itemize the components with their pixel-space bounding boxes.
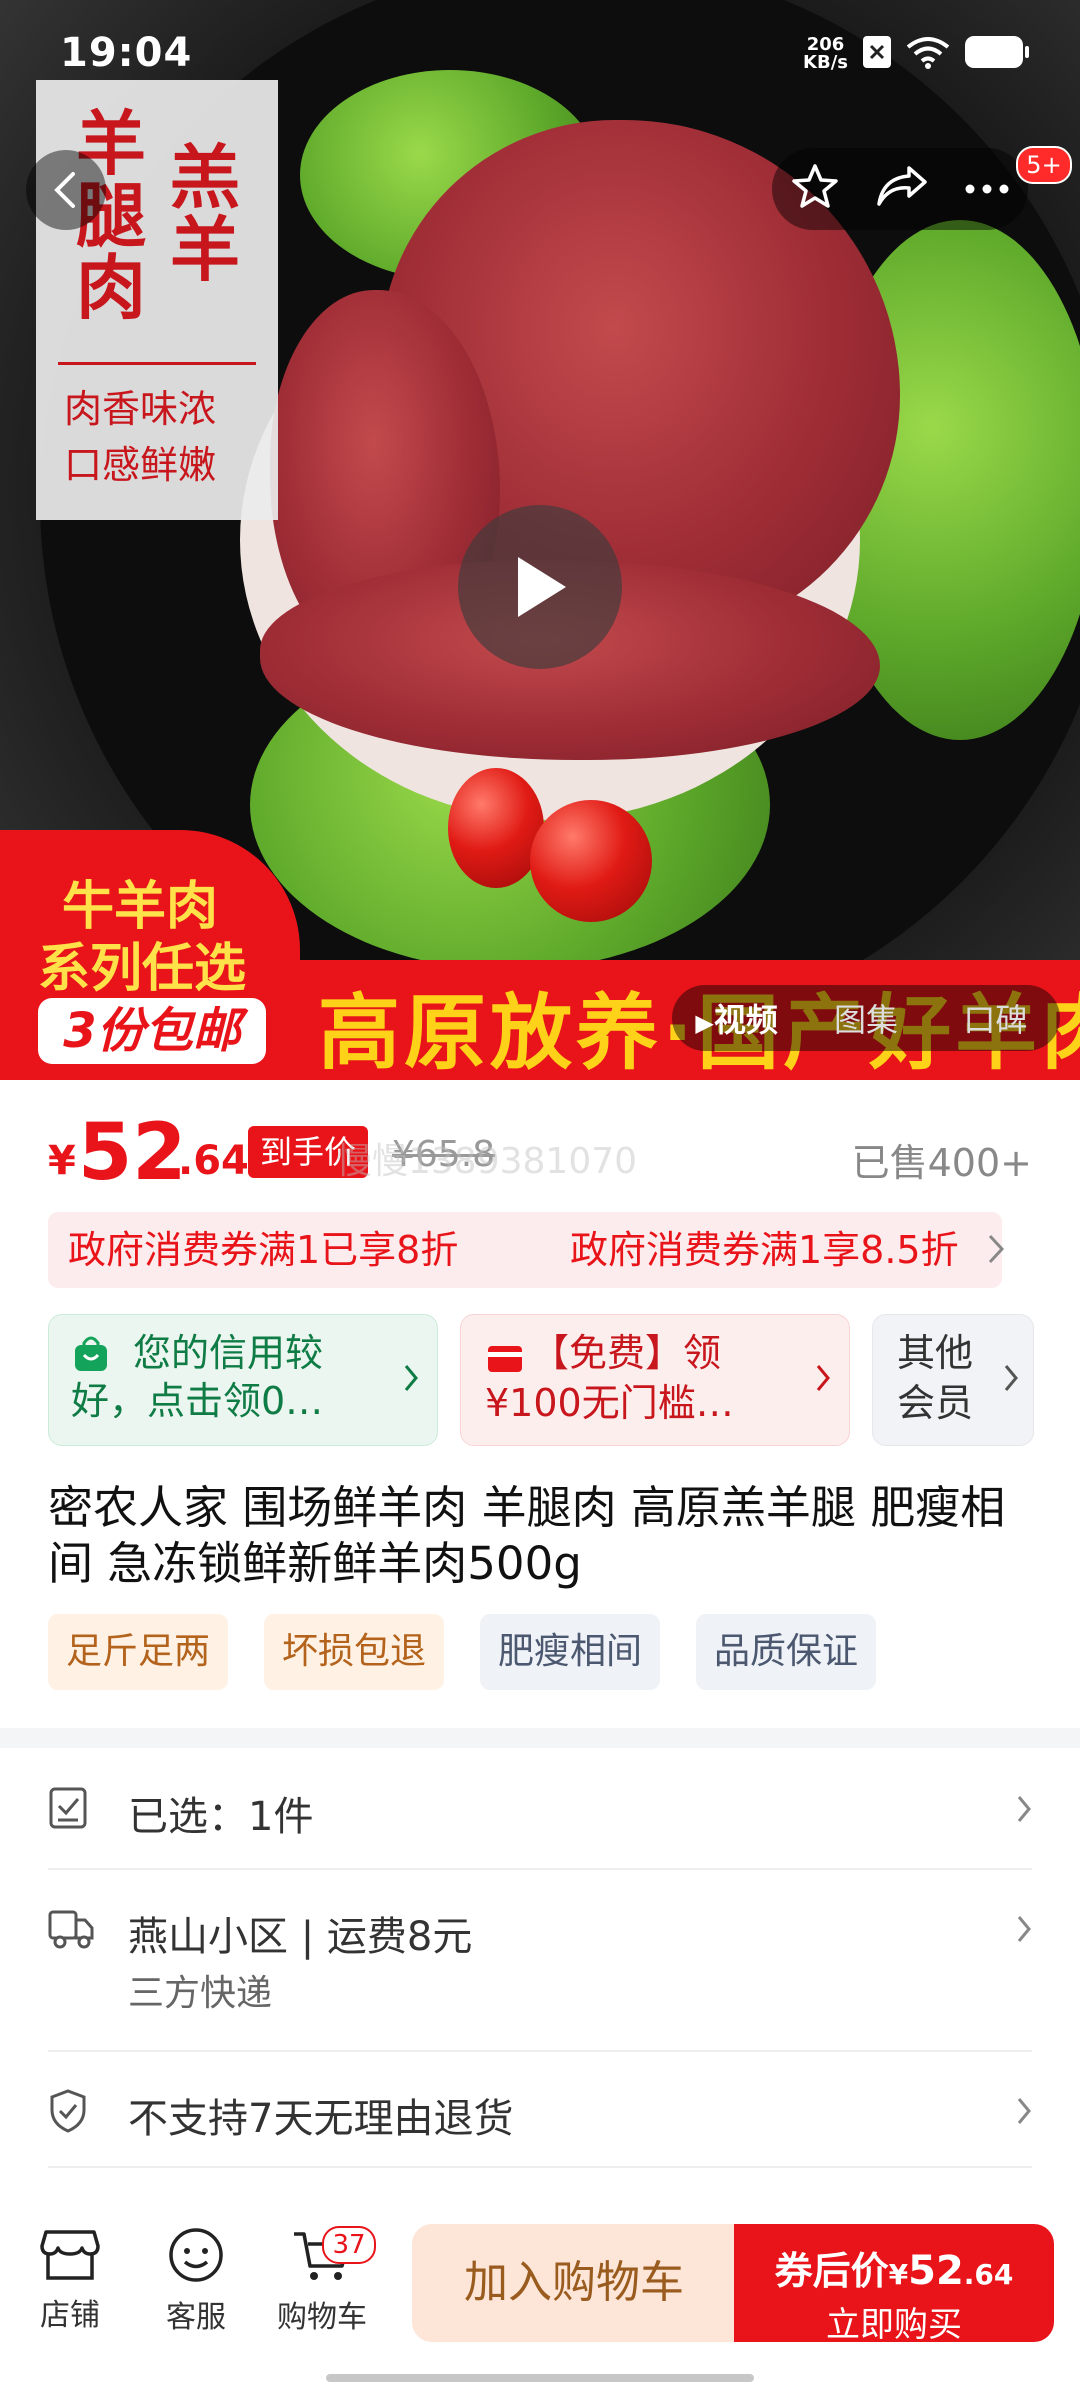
chevron-right-icon: [988, 1234, 1005, 1264]
feature-tag: 足斤足两: [48, 1614, 229, 1690]
share-button[interactable]: [875, 164, 929, 214]
tab-video-label: 视频: [713, 1001, 778, 1039]
selected-spec-row[interactable]: 已选：1件: [48, 1778, 1032, 1840]
tab-video[interactable]: ▶视频: [672, 995, 801, 1041]
sold-count: 已售400+: [851, 1141, 1032, 1185]
add-to-cart-button[interactable]: 加入购物车: [412, 2224, 736, 2342]
voucher-line2: ¥100无门槛…: [485, 1381, 734, 1425]
feature-tag: 肥瘦相间: [480, 1614, 661, 1690]
coupon-price-decimal: .64: [963, 2258, 1014, 2291]
coupon-price-line: 券后价¥52.64: [734, 2224, 1054, 2295]
share-icon: [877, 166, 927, 206]
price-currency: ¥: [48, 1138, 76, 1184]
voucher-line1: 【免费】领: [531, 1331, 722, 1375]
play-small-icon: ▶: [695, 1009, 714, 1037]
label-char: 肉: [76, 247, 146, 329]
chevron-right-icon: [815, 1363, 831, 1397]
play-icon: [518, 557, 566, 617]
chevron-right-icon: [1016, 1794, 1032, 1828]
row-divider: [48, 2166, 1032, 2168]
return-policy-text: 不支持7天无理由退货: [128, 2096, 514, 2142]
coupon-chip[interactable]: 政府消费券满1享8.5折: [550, 1212, 1002, 1288]
price-decimal: .64: [178, 1138, 249, 1184]
smile-chat-icon: [169, 2228, 223, 2282]
tomato-shape: [530, 800, 652, 922]
network-speed-unit: KB/s: [803, 52, 848, 73]
checklist-icon: [48, 1786, 90, 1834]
label-subtitle: 肉香味浓: [64, 387, 217, 431]
top-actions-group: [772, 148, 1028, 230]
no-sim-icon: [862, 35, 892, 73]
member-card[interactable]: 其他 会员: [872, 1314, 1034, 1446]
favorite-button[interactable]: [790, 162, 840, 216]
store-icon: [40, 2230, 100, 2280]
row-divider: [48, 1868, 1032, 1870]
back-button[interactable]: [26, 150, 106, 230]
price-integer: 52: [78, 1108, 187, 1198]
section-separator: [0, 1728, 1080, 1748]
battery-icon: [964, 34, 1030, 74]
watermark-text: 慢慢1389381070: [336, 1141, 638, 1182]
cart-label: 购物车: [277, 2300, 367, 2335]
red-card-icon: [487, 1345, 523, 1377]
truck-icon: [48, 1906, 94, 1954]
customer-service-button[interactable]: 客服: [136, 2228, 256, 2336]
status-time: 19:04: [60, 30, 193, 76]
shield-check-icon: [48, 2088, 88, 2138]
chevron-right-icon: [1016, 1914, 1032, 1948]
tomato-shape: [448, 768, 544, 888]
shipping-address-text: 燕山小区 | 运费8元: [128, 1914, 473, 1960]
wifi-icon: [906, 35, 950, 73]
shop-label: 店铺: [40, 2298, 100, 2333]
chevron-right-icon: [1016, 2096, 1032, 2130]
coupon-price-label: 券后价: [774, 2249, 889, 2293]
message-count-badge: 5+: [1016, 146, 1072, 184]
member-line2: 会员: [897, 1381, 974, 1425]
credit-card[interactable]: 您的信用较好，点击领0…: [48, 1314, 438, 1446]
delivery-method-text: 三方快递: [128, 1973, 273, 2014]
network-speed: 206 KB/s: [803, 36, 848, 72]
status-bar: 19:04 206 KB/s: [0, 0, 1080, 110]
label-subtitle: 口感鲜嫩: [64, 443, 217, 487]
label-divider: [58, 362, 256, 365]
coupon-chip[interactable]: 政府消费券满1已享8折: [48, 1212, 572, 1288]
chevron-right-icon: [403, 1363, 419, 1397]
selected-spec-text: 已选：1件: [128, 1794, 314, 1840]
buy-now-label: 立即购买: [826, 2305, 962, 2345]
tab-gallery[interactable]: 图集: [801, 995, 930, 1041]
voucher-card[interactable]: 【免费】领 ¥100无门槛…: [460, 1314, 850, 1446]
buy-now-button[interactable]: 券后价¥52.64 立即购买: [734, 2224, 1054, 2345]
play-video-button[interactable]: [458, 505, 622, 669]
cart-count-badge: 37: [322, 2226, 376, 2264]
feature-tag: 品质保证: [696, 1614, 877, 1690]
label-char: 羊: [170, 209, 240, 291]
product-title: 密农人家 围场鲜羊肉 羊腿肉 高原羔羊腿 肥瘦相间 急冻锁鲜新鲜羊肉500g: [48, 1481, 1006, 1590]
more-button[interactable]: [964, 180, 1010, 199]
label-char: 羔: [170, 137, 240, 219]
shipping-row[interactable]: 燕山小区 | 运费8元 三方快递: [48, 1898, 1032, 2014]
credit-card-text: 您的信用较好，点击领0…: [71, 1331, 324, 1423]
coupon-price-integer: 52: [908, 2248, 964, 2294]
coupon-price-currency: ¥: [888, 2258, 909, 2291]
return-policy-row[interactable]: 不支持7天无理由退货: [48, 2082, 1032, 2142]
service-label: 客服: [166, 2300, 226, 2335]
chevron-right-icon: [1003, 1363, 1019, 1397]
star-icon: [791, 164, 838, 208]
shop-button[interactable]: 店铺: [10, 2228, 130, 2334]
member-line1: 其他: [897, 1331, 974, 1375]
coupon-more-arrow[interactable]: [986, 1232, 1006, 1270]
home-indicator: [326, 2374, 754, 2382]
promo-line: 系列任选: [38, 939, 247, 999]
chevron-left-icon: [54, 172, 75, 208]
more-dots-icon: [965, 184, 1009, 193]
tab-reviews[interactable]: 口碑: [931, 995, 1060, 1041]
promo-pill: 3份包邮: [38, 998, 266, 1064]
feature-tag: 坏损包退: [264, 1614, 445, 1690]
image-label-box: 羊 腿 肉 羔 羊 肉香味浓 口感鲜嫩: [36, 80, 278, 520]
media-tabs: ▶视频 图集 口碑: [672, 985, 1060, 1051]
row-divider: [48, 2050, 1032, 2052]
price-row: ¥ 52 .64 到手价 ¥65.8 慢慢1389381070 已售400+: [48, 1108, 1032, 1198]
